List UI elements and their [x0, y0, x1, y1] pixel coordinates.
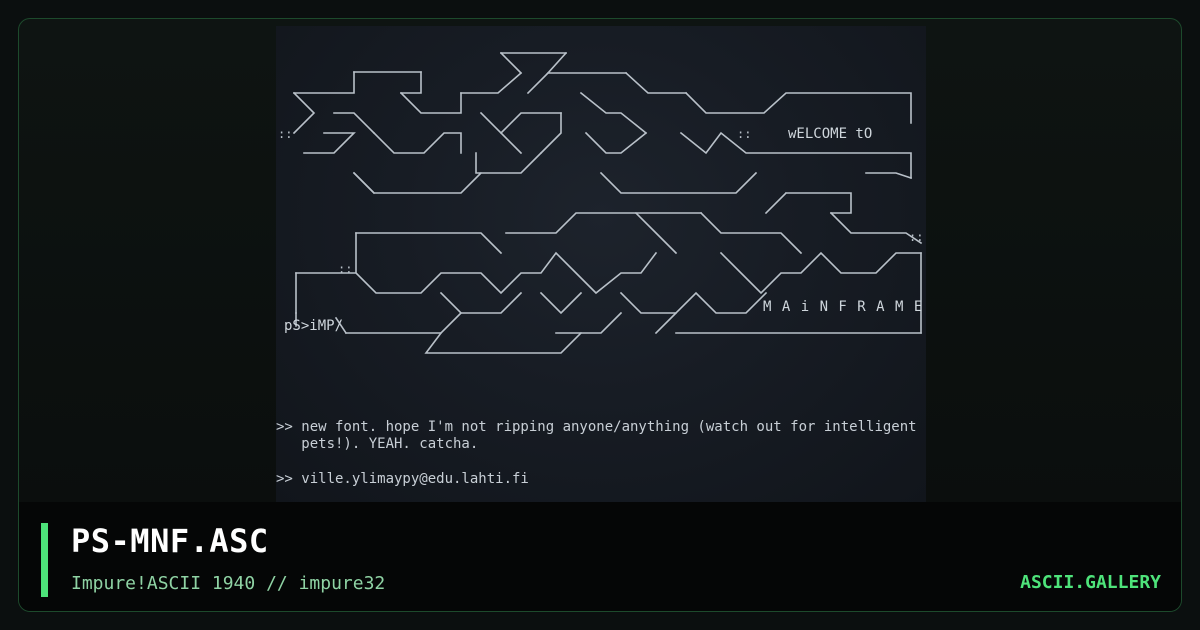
welcome-label: wELCOME tO [788, 126, 873, 142]
art-note-line-1: >> new font. hope I'm not ripping anyone… [276, 419, 917, 435]
artwork-title: PS-MNF.ASC [71, 522, 269, 560]
signature-label: pS>iMP/ [284, 318, 344, 334]
info-bar: PS-MNF.ASC Impure!ASCII 1940 // impure32… [19, 502, 1181, 611]
ascii-art-panel: :: :: :: :: wELCOME tO M A i N F R A M E… [276, 26, 926, 502]
accent-bar [41, 523, 48, 597]
svg-text:::: :: [737, 127, 751, 141]
art-note-line-2: pets!). YEAH. catcha. [276, 436, 479, 452]
mainframe-label: M A i N F R A M E [763, 299, 924, 315]
art-note-line-3: >> ville.ylimaypy@edu.lahti.fi [276, 471, 529, 487]
artwork-subtitle: Impure!ASCII 1940 // impure32 [71, 573, 386, 594]
svg-text:::: :: [278, 127, 292, 141]
svg-text:::: :: [338, 262, 352, 276]
svg-text:::: :: [909, 230, 923, 244]
site-brand[interactable]: ASCII.GALLERY [1020, 572, 1161, 593]
card-frame: :: :: :: :: wELCOME tO M A i N F R A M E… [18, 18, 1182, 612]
